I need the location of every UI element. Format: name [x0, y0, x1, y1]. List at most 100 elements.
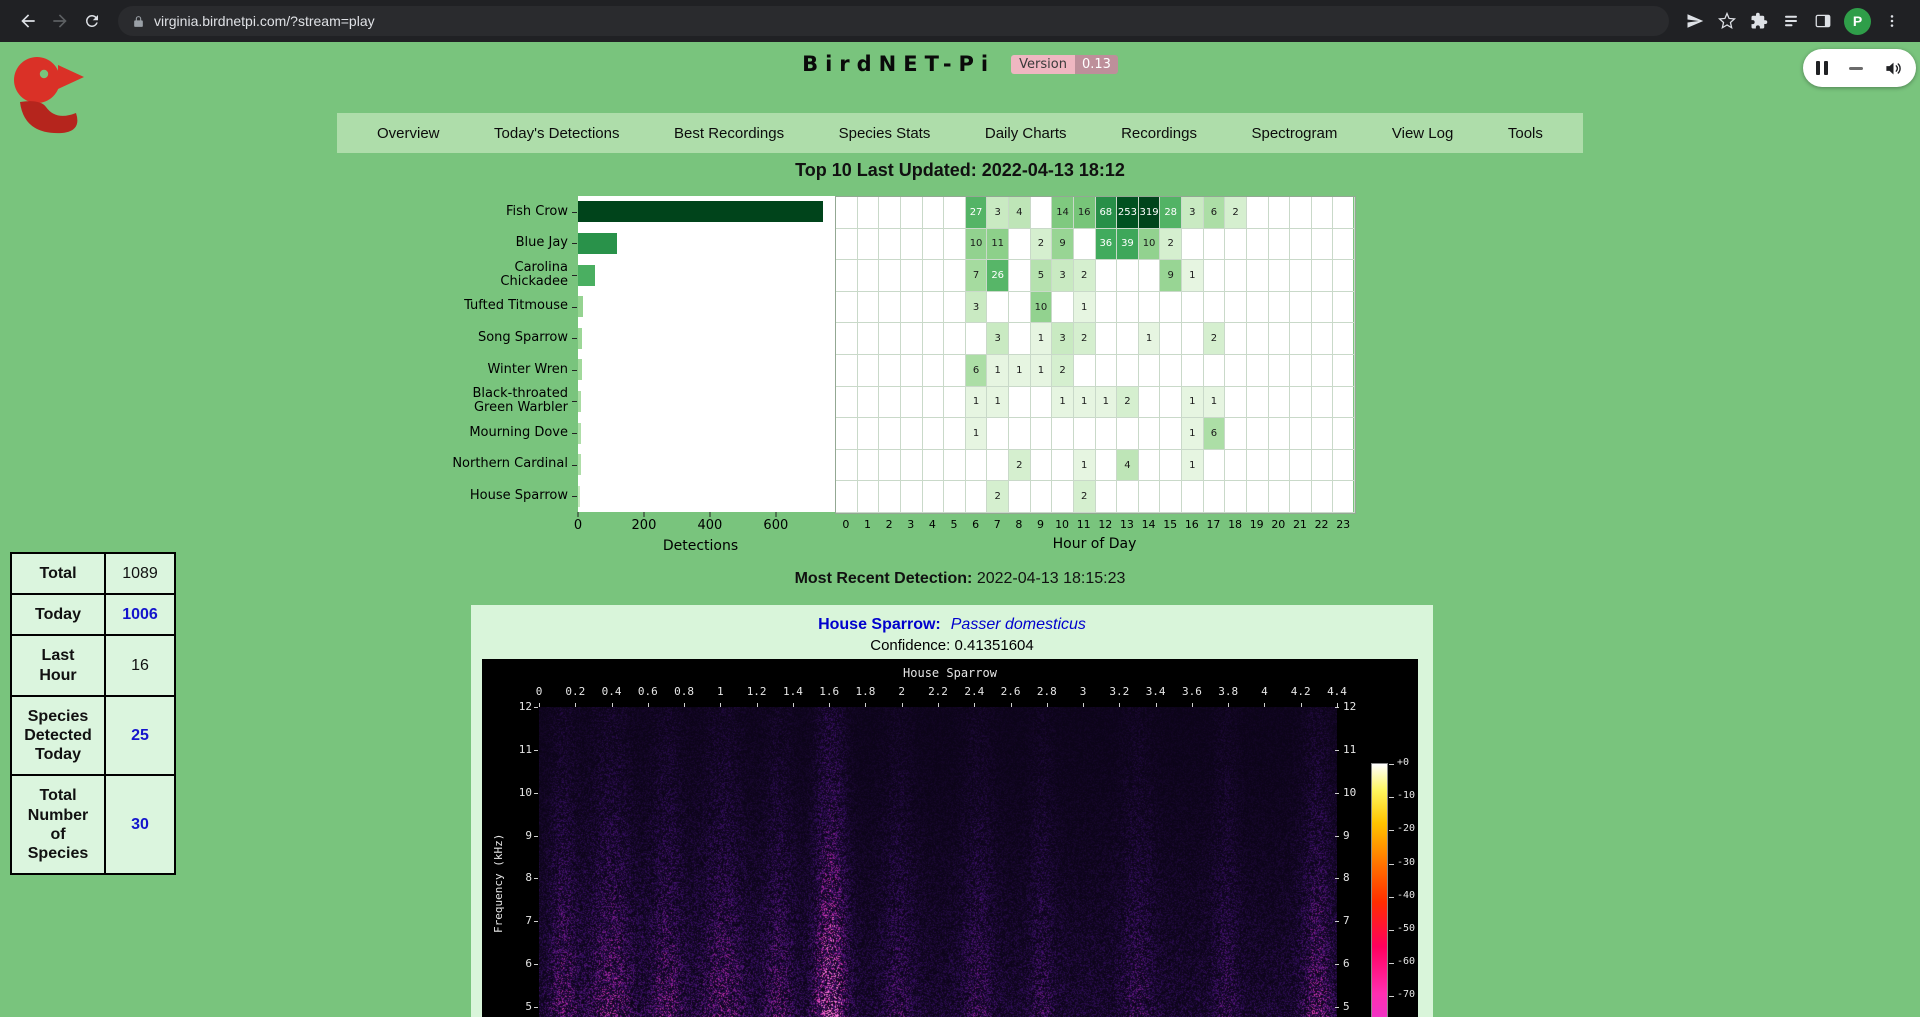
nav-item-best-recordings[interactable]: Best Recordings: [674, 125, 784, 142]
time-tick-mark: [648, 703, 649, 707]
extension-icon[interactable]: [1775, 5, 1807, 37]
nav-item-overview[interactable]: Overview: [377, 125, 440, 142]
seek-dash-icon[interactable]: [1849, 67, 1863, 70]
hour-tick-label: 14: [1142, 518, 1156, 531]
heat-cell: [1225, 355, 1247, 387]
heat-cell: 3: [987, 197, 1009, 229]
heat-cell: [1139, 355, 1161, 387]
heat-cell: [858, 229, 880, 261]
hour-tick-label: 1: [864, 518, 871, 531]
heat-cell: [858, 355, 880, 387]
time-tick-label: 2.2: [928, 685, 948, 698]
nav-item-today-s-detections[interactable]: Today's Detections: [494, 125, 619, 142]
heat-cell: [879, 481, 901, 513]
heat-cell: [944, 197, 966, 229]
nav-item-daily-charts[interactable]: Daily Charts: [985, 125, 1067, 142]
heat-cell: 2: [1074, 323, 1096, 355]
heat-cell: [1290, 292, 1312, 324]
heat-cell: [1009, 418, 1031, 450]
heat-cell: 2: [987, 481, 1009, 513]
hour-tick-label: 0: [842, 518, 849, 531]
heat-cell: [879, 418, 901, 450]
heat-cell: [944, 481, 966, 513]
heat-cell: [1225, 260, 1247, 292]
pause-icon[interactable]: [1816, 61, 1828, 75]
freq-tick-mark: [534, 1007, 538, 1008]
send-icon[interactable]: [1679, 5, 1711, 37]
heat-cell: 1: [1204, 387, 1226, 419]
nav-item-view-log[interactable]: View Log: [1392, 125, 1453, 142]
heat-cell: [879, 387, 901, 419]
time-tick-label: 2.6: [1001, 685, 1021, 698]
side-panel-icon[interactable]: [1807, 5, 1839, 37]
heat-cell: [1225, 481, 1247, 513]
menu-icon[interactable]: [1876, 5, 1908, 37]
heat-cell: [1312, 323, 1334, 355]
colorbar-tick-mark: [1389, 963, 1394, 964]
freq-tick-mark: [1335, 1007, 1339, 1008]
heat-cell: [1333, 418, 1355, 450]
colorbar-tick-label: -10: [1397, 790, 1415, 801]
heat-cell: [1290, 418, 1312, 450]
species-label-house-sparrow: House Sparrow: [470, 480, 568, 512]
species-tick-mark: [572, 370, 577, 371]
heat-cell: 1: [1009, 355, 1031, 387]
heat-cell: [1225, 450, 1247, 482]
volume-icon[interactable]: [1884, 59, 1903, 78]
heat-cell: [901, 323, 923, 355]
freq-tick-mark: [534, 878, 538, 879]
time-tick-label: 2: [898, 685, 905, 698]
heat-cell: 9: [1052, 229, 1074, 261]
heat-cell: [1009, 292, 1031, 324]
heat-cell: [879, 260, 901, 292]
stats-value-link[interactable]: 25: [105, 696, 175, 776]
detections-heatmap: 2734141668253319283621011293639102726532…: [835, 196, 1356, 514]
heat-cell: 2: [1117, 387, 1139, 419]
colorbar-tick-label: -20: [1397, 823, 1415, 834]
heat-cell: 1: [1031, 323, 1053, 355]
species-tick-mark: [572, 401, 577, 402]
freq-tick-label: 6: [482, 957, 532, 970]
nav-item-recordings[interactable]: Recordings: [1121, 125, 1197, 142]
heat-cell: [879, 229, 901, 261]
profile-avatar[interactable]: P: [1844, 8, 1871, 35]
stats-value-link[interactable]: 1006: [105, 594, 175, 635]
stats-value-link[interactable]: 30: [105, 775, 175, 874]
stats-row-last-hour: Last Hour16: [11, 635, 175, 695]
heat-cell: [1312, 229, 1334, 261]
freq-tick-mark: [534, 793, 538, 794]
heat-cell: [1139, 292, 1161, 324]
freq-tick-mark: [1335, 921, 1339, 922]
heat-cell: [944, 229, 966, 261]
species-label-winter-wren: Winter Wren: [487, 354, 568, 386]
time-tick-mark: [793, 703, 794, 707]
freq-tick-mark: [1335, 707, 1339, 708]
heat-cell: [1333, 260, 1355, 292]
stats-label: Today: [11, 594, 105, 635]
hour-tick-label: 18: [1228, 518, 1242, 531]
freq-tick-label: 12: [482, 700, 532, 713]
heat-cell: [1117, 260, 1139, 292]
heat-cell: [1096, 450, 1118, 482]
heat-cell: [923, 450, 945, 482]
species-label-carolina-chickadee: Carolina Chickadee: [448, 259, 568, 291]
heat-cell: [1247, 229, 1269, 261]
nav-item-tools[interactable]: Tools: [1508, 125, 1543, 142]
extensions-icon[interactable]: [1743, 5, 1775, 37]
reload-icon[interactable]: [76, 5, 108, 37]
confidence-label: Confidence:: [870, 637, 950, 654]
heat-cell: [1052, 418, 1074, 450]
bookmark-star-icon[interactable]: [1711, 5, 1743, 37]
freq-tick-label: 11: [1343, 743, 1356, 756]
nav-item-species-stats[interactable]: Species Stats: [839, 125, 931, 142]
stats-table: Total1089Today1006Last Hour16Species Det…: [10, 552, 176, 875]
address-bar[interactable]: virginia.birdnetpi.com/?stream=play: [118, 6, 1669, 36]
species-label-northern-cardinal: Northern Cardinal: [452, 449, 568, 481]
species-link[interactable]: House Sparrow:Passer domesticus: [818, 616, 1086, 633]
forward-icon[interactable]: [44, 5, 76, 37]
time-tick-mark: [1047, 703, 1048, 707]
back-icon[interactable]: [12, 5, 44, 37]
heat-cell: [858, 450, 880, 482]
nav-item-spectrogram[interactable]: Spectrogram: [1251, 125, 1337, 142]
heat-cell: [923, 481, 945, 513]
